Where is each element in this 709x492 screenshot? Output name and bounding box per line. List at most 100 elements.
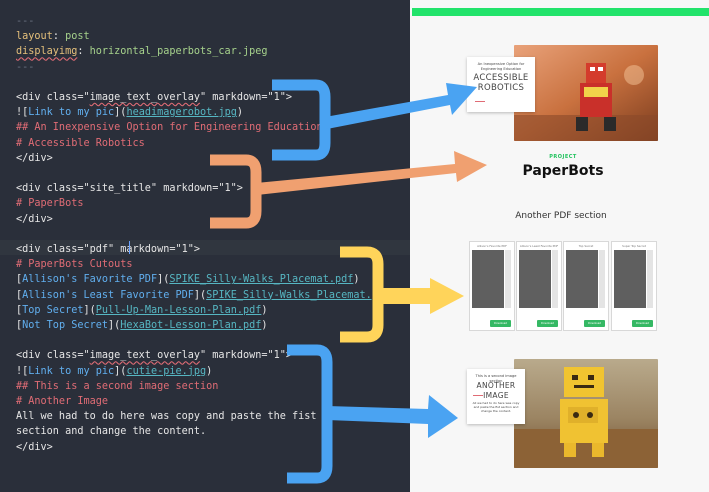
code-line[interactable]: <div class="site_title" markdown="1"> bbox=[16, 181, 243, 196]
code-line[interactable]: [Not Top Secret](HexaBot-Lesson-Plan.pdf… bbox=[16, 318, 268, 333]
code-token: : bbox=[52, 31, 66, 43]
code-line[interactable]: # Accessible Robotics bbox=[16, 136, 145, 151]
code-line[interactable]: # PaperBots Cutouts bbox=[16, 257, 133, 272]
code-line[interactable]: <div class="image_text_overlay" markdown… bbox=[16, 348, 292, 363]
code-line[interactable]: section and change the content. bbox=[16, 424, 206, 439]
code-token: Not Top Secret bbox=[22, 320, 109, 331]
overlay-body: All we had to do here was copy and paste… bbox=[472, 401, 520, 413]
code-token: ]( bbox=[83, 304, 96, 316]
code-line[interactable]: </div> bbox=[16, 151, 53, 166]
code-token: image_text_overlay bbox=[89, 350, 201, 362]
code-token: post bbox=[65, 31, 90, 43]
code-token: layout bbox=[16, 31, 53, 43]
code-token: headimagerobot.jpg bbox=[126, 107, 237, 119]
pdf-scrollbar[interactable] bbox=[647, 250, 653, 308]
code-token: cutie-pie.jpg bbox=[126, 365, 207, 377]
pdf-card: Super Top Secret Download bbox=[611, 241, 657, 331]
code-token: ## An Inexpensive Option for Engineering… bbox=[16, 122, 323, 134]
text-caret bbox=[129, 241, 130, 254]
code-line[interactable]: ## This is a second image section bbox=[16, 379, 218, 394]
code-token: ![ bbox=[16, 107, 29, 119]
code-token: ) bbox=[206, 365, 213, 377]
code-token: Link to my pic bbox=[28, 365, 115, 377]
download-button[interactable]: Download bbox=[537, 320, 558, 327]
code-line[interactable]: [Allison's Least Favorite PDF](SPIKE_Sil… bbox=[16, 288, 396, 303]
pdf-scrollbar[interactable] bbox=[505, 250, 511, 308]
header-accent-bar bbox=[412, 8, 709, 16]
code-line[interactable]: --- bbox=[16, 60, 34, 75]
code-line[interactable]: [Top Secret](Pull-Up-Man-Lesson-Plan.pdf… bbox=[16, 303, 268, 318]
pdf-card: Top Secret Download bbox=[563, 241, 609, 331]
code-token: Top Secret bbox=[22, 304, 84, 316]
code-token: : bbox=[77, 46, 90, 58]
code-line[interactable]: [Allison's Favorite PDF](SPIKE_Silly-Wal… bbox=[16, 272, 360, 287]
code-token: </div> bbox=[16, 152, 53, 164]
cutie-pie-photo bbox=[514, 359, 658, 468]
code-token: ]( bbox=[114, 365, 127, 377]
pdf-preview-image bbox=[566, 250, 598, 308]
pdf-preview-image bbox=[472, 250, 504, 308]
pdf-scrollbar[interactable] bbox=[599, 250, 605, 308]
code-line[interactable]: # PaperBots bbox=[16, 196, 83, 211]
code-token: Pull-Up-Man-Lesson-Plan.pdf bbox=[95, 304, 262, 316]
download-button[interactable]: Download bbox=[490, 320, 511, 327]
pdf-card-title: Allison's Least Favorite PDF bbox=[519, 244, 559, 248]
code-line[interactable]: </div> bbox=[16, 212, 53, 227]
overlay-accent-line bbox=[475, 101, 485, 102]
code-token: image_text_overlay bbox=[89, 92, 201, 103]
page-preview: An Inexpensive Option for Engineering Ed… bbox=[410, 0, 709, 492]
code-line[interactable]: </div> bbox=[16, 440, 53, 455]
code-line[interactable]: # Another Image bbox=[16, 394, 108, 409]
code-token: --- bbox=[16, 16, 35, 27]
code-token: SPIKE_Silly-Walks_Placemat.pdf bbox=[169, 274, 354, 286]
code-token: All we had to do here was copy and paste… bbox=[16, 411, 317, 423]
overlay-title: ACCESSIBLE ROBOTICS bbox=[473, 73, 529, 93]
code-token: # Accessible Robotics bbox=[16, 137, 145, 149]
code-line[interactable]: ![Link to my pic](headimagerobot.jpg) bbox=[16, 105, 243, 120]
code-token: # PaperBots Cutouts bbox=[16, 259, 133, 271]
code-editor[interactable]: --- layout: post displayimg: horizontal_pa… bbox=[0, 0, 410, 492]
overlay-title: ANOTHER IMAGE bbox=[476, 381, 516, 400]
code-line[interactable]: ## An Inexpensive Option for Engineering… bbox=[16, 120, 323, 135]
code-line[interactable]: All we had to do here was copy and paste… bbox=[16, 409, 317, 424]
download-button[interactable]: Download bbox=[584, 320, 605, 327]
code-token: section and change the content. bbox=[16, 426, 207, 438]
code-line[interactable]: ![Link to my pic](cutie-pie.jpg) bbox=[16, 364, 212, 379]
code-token: ) bbox=[390, 289, 397, 301]
code-token: Allison's Least Favorite PDF bbox=[22, 289, 194, 301]
overlay-accent-line bbox=[473, 395, 483, 396]
code-token: # PaperBots bbox=[16, 198, 84, 210]
pdf-scrollbar[interactable] bbox=[552, 250, 558, 308]
code-line[interactable]: --- bbox=[16, 14, 34, 29]
code-token: ]( bbox=[157, 274, 170, 286]
pdf-card-title: Super Top Secret bbox=[622, 244, 646, 248]
code-token: ![ bbox=[16, 365, 29, 377]
overlay-card-1: An Inexpensive Option for Engineering Ed… bbox=[467, 57, 535, 112]
code-line[interactable]: displayimg: horizontal_paperbots_car.jpe… bbox=[16, 44, 268, 59]
code-token: ) bbox=[261, 304, 268, 316]
code-token: ## This is a second image section bbox=[16, 380, 219, 392]
code-line[interactable]: <div class="pdf" markdown="1"> bbox=[16, 242, 200, 257]
code-token: " markdown="1"> bbox=[200, 92, 293, 103]
code-token: ) bbox=[236, 107, 243, 119]
code-token: </div> bbox=[16, 213, 53, 225]
robot-photo bbox=[514, 45, 658, 141]
code-token: <div class=" bbox=[16, 92, 90, 103]
pdf-card: Allison's Least Favorite PDF Download bbox=[516, 241, 562, 331]
overlay-card-2: This is a second image section ANOTHER I… bbox=[467, 369, 525, 424]
download-button[interactable]: Download bbox=[632, 320, 653, 327]
code-line[interactable]: layout: post bbox=[16, 29, 90, 44]
code-token: ]( bbox=[114, 107, 127, 119]
code-token: ) bbox=[353, 274, 360, 286]
code-line[interactable]: <div class="image_text_overlay" markdown… bbox=[16, 90, 292, 105]
code-token: SPIKE_Silly-Walks_Placemat.pdf bbox=[206, 289, 391, 301]
code-token: horizontal_paperbots_car.jpeg bbox=[89, 46, 268, 58]
code-token: <div class=" bbox=[16, 350, 90, 362]
code-token: <div class="site_title" markdown="1"> bbox=[16, 183, 243, 195]
site-title: PaperBots bbox=[522, 163, 604, 179]
site-kicker: PROJECT bbox=[549, 154, 577, 160]
pdf-card-title: Top Secret bbox=[578, 244, 594, 248]
code-token: ]( bbox=[193, 289, 207, 301]
code-token: ) bbox=[261, 320, 268, 331]
pdf-preview-image bbox=[614, 250, 646, 308]
